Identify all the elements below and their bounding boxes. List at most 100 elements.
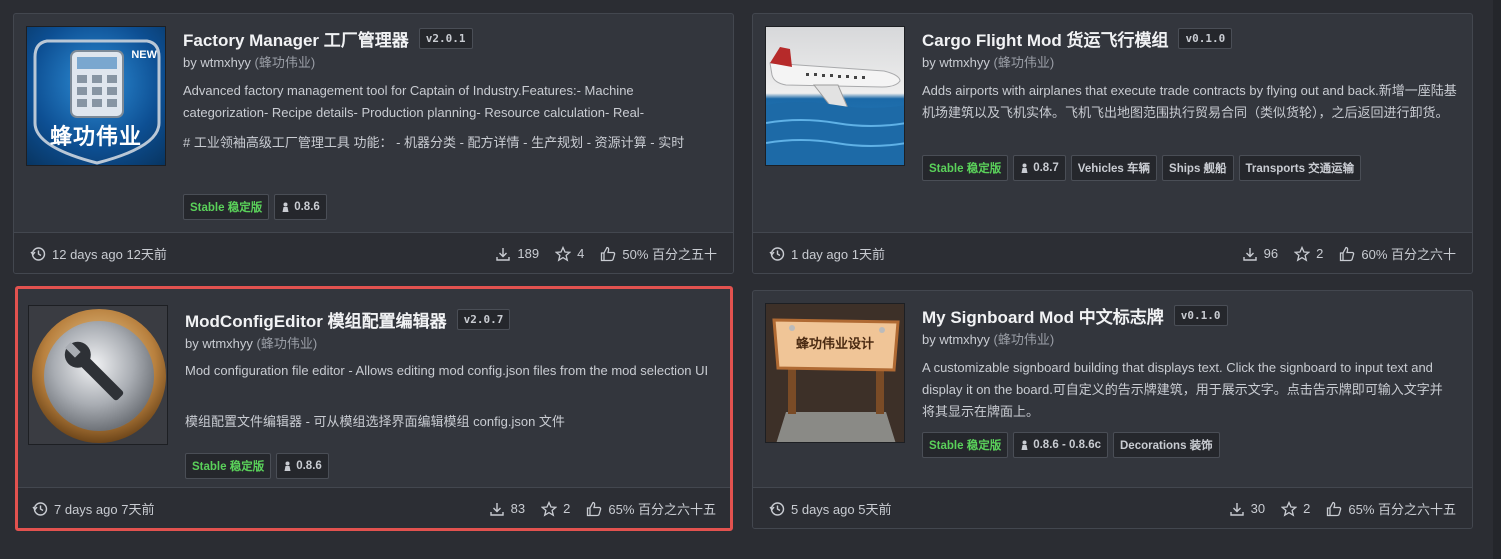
thumbs-up-icon xyxy=(1340,246,1355,261)
thumbs-up-icon xyxy=(1327,501,1342,516)
tag-stable[interactable]: Stable 稳定版 xyxy=(922,432,1009,458)
mod-description: A customizable signboard building that d… xyxy=(922,360,1443,419)
tag-decorations[interactable]: Decorations 装饰 xyxy=(1113,432,1220,458)
mod-thumbnail[interactable]: 蜂功伟业设计 xyxy=(765,303,905,443)
mod-thumbnail[interactable] xyxy=(28,305,168,445)
rating: 60% 百分之六十 xyxy=(1339,244,1456,263)
downloads: 83 xyxy=(489,501,525,517)
scrollbar-track[interactable] xyxy=(1493,0,1501,559)
version-badge: v0.1.0 xyxy=(1178,28,1233,49)
wrench-icon xyxy=(32,309,166,443)
airplane-icon xyxy=(766,47,904,165)
mod-title[interactable]: Cargo Flight Mod 货运飞行模组 xyxy=(922,26,1168,51)
tag-stable[interactable]: Stable 稳定版 xyxy=(922,155,1009,181)
tag-label: 0.8.6 xyxy=(294,201,320,213)
tag-game-version[interactable]: 0.8.7 xyxy=(1013,155,1066,181)
version-badge: v2.0.7 xyxy=(456,309,511,330)
thumbs-up-icon xyxy=(587,501,602,516)
card-footer: 7 days ago 7天前 83 2 65% 百分之六十五 xyxy=(18,487,730,528)
author-name[interactable]: by wtmxhyy xyxy=(922,55,990,70)
star-count: 2 xyxy=(563,501,571,516)
stars[interactable]: 4 xyxy=(555,245,585,262)
star-count: 2 xyxy=(1303,501,1311,516)
mod-description-cn: # 工业领袖高级工厂管理工具 功能： - 机器分类 - 配方详情 - 生产规划 … xyxy=(183,135,685,150)
download-icon xyxy=(1242,247,1257,261)
tag-list: Stable 稳定版 0.8.6 - 0.8.6c Decorations 装饰 xyxy=(922,432,1220,458)
history-icon xyxy=(30,246,46,261)
mod-title[interactable]: ModConfigEditor 模组配置编辑器 xyxy=(185,307,447,332)
downloads: 189 xyxy=(495,246,539,262)
star-icon xyxy=(555,245,572,262)
tag-game-version[interactable]: 0.8.6 xyxy=(274,194,327,220)
author[interactable]: by wtmxhyy (蜂功伟业) xyxy=(185,333,317,352)
tag-vehicles[interactable]: Vehicles 车辆 xyxy=(1070,155,1158,181)
author-name[interactable]: by wtmxhyy xyxy=(185,336,253,351)
tag-game-version[interactable]: 0.8.6 - 0.8.6c xyxy=(1013,432,1108,458)
tag-stable[interactable]: Stable 稳定版 xyxy=(185,453,272,479)
mod-title[interactable]: My Signboard Mod 中文标志牌 xyxy=(922,303,1164,328)
thumb-text: 蜂功伟业 xyxy=(49,124,142,149)
history-icon xyxy=(32,501,48,516)
mod-description: Adds airports with airplanes that execut… xyxy=(922,83,1457,120)
mod-card-signboard[interactable]: 蜂功伟业设计 My Signboard Mod 中文标志牌 v0.1.0 by … xyxy=(752,290,1473,529)
pawn-icon xyxy=(284,461,291,471)
rating: 50% 百分之五十 xyxy=(600,244,717,263)
downloads: 96 xyxy=(1242,246,1278,262)
star-count: 2 xyxy=(1316,246,1324,261)
author-name[interactable]: by wtmxhyy xyxy=(922,332,990,347)
author[interactable]: by wtmxhyy (蜂功伟业) xyxy=(922,52,1054,71)
downloads: 30 xyxy=(1229,501,1265,517)
mod-title[interactable]: Factory Manager 工厂管理器 xyxy=(183,26,409,51)
updated-date: 5 days ago 5天前 xyxy=(791,502,892,517)
author-name[interactable]: by wtmxhyy xyxy=(183,55,251,70)
author[interactable]: by wtmxhyy (蜂功伟业) xyxy=(183,52,315,71)
download-icon xyxy=(1229,502,1244,516)
star-icon xyxy=(1281,500,1298,517)
tag-game-version[interactable]: 0.8.6 xyxy=(276,453,329,479)
mod-card-modconfigeditor[interactable]: ModConfigEditor 模组配置编辑器 v2.0.7 by wtmxhy… xyxy=(15,286,733,531)
tag-ships[interactable]: Ships 舰船 xyxy=(1162,155,1234,181)
tag-list: Stable 稳定版 0.8.6 xyxy=(183,194,327,220)
stars[interactable]: 2 xyxy=(1294,245,1324,262)
star-icon xyxy=(1294,245,1311,262)
mod-card-cargo-flight[interactable]: Cargo Flight Mod 货运飞行模组 v0.1.0 by wtmxhy… xyxy=(752,13,1473,274)
history-icon xyxy=(769,501,785,516)
pawn-icon xyxy=(1021,440,1028,450)
card-footer: 5 days ago 5天前 30 2 65% 百分之六十五 xyxy=(753,487,1472,528)
author-alias: (蜂功伟业) xyxy=(993,332,1055,347)
tag-label: 0.8.6 xyxy=(296,460,322,472)
download-icon xyxy=(496,247,511,261)
mod-description: Advanced factory management tool for Cap… xyxy=(183,83,645,120)
stars[interactable]: 2 xyxy=(541,500,571,517)
new-badge: NEW xyxy=(131,49,157,61)
rating-value: 65% 百分之六十五 xyxy=(608,502,716,517)
stars[interactable]: 2 xyxy=(1281,500,1311,517)
download-count: 30 xyxy=(1250,501,1266,516)
mod-thumbnail[interactable] xyxy=(765,26,905,166)
signboard-icon xyxy=(766,304,904,442)
tag-stable[interactable]: Stable 稳定版 xyxy=(183,194,270,220)
card-footer: 12 days ago 12天前 189 4 50% 百分之五十 xyxy=(14,232,733,273)
updated-date: 7 days ago 7天前 xyxy=(54,502,155,517)
star-icon xyxy=(541,500,558,517)
download-count: 83 xyxy=(510,501,526,516)
tag-label: 0.8.7 xyxy=(1033,162,1059,174)
rating-value: 60% 百分之六十 xyxy=(1361,247,1456,262)
tag-transports[interactable]: Transports 交通运输 xyxy=(1238,155,1362,181)
tag-list: Stable 稳定版 0.8.7 Vehicles 车辆 Ships 舰船 Tr… xyxy=(922,155,1362,181)
author-alias: (蜂功伟业) xyxy=(993,55,1055,70)
mod-thumbnail[interactable]: NEW 蜂功伟业 xyxy=(26,26,166,166)
author[interactable]: by wtmxhyy (蜂功伟业) xyxy=(922,329,1054,348)
mod-description-cn: 模组配置文件编辑器 - 可从模组选择界面编辑模组 config.json 文件 xyxy=(185,414,565,429)
star-count: 4 xyxy=(577,246,585,261)
history-icon xyxy=(769,246,785,261)
mod-card-factory-manager[interactable]: NEW 蜂功伟业 Factory Manager 工厂管理器 v2.0.1 by… xyxy=(13,13,734,274)
mod-description: Mod configuration file editor - Allows e… xyxy=(185,363,709,378)
rating-value: 65% 百分之六十五 xyxy=(1348,502,1456,517)
tag-list: Stable 稳定版 0.8.6 xyxy=(185,453,329,479)
rating: 65% 百分之六十五 xyxy=(1326,499,1456,518)
updated-date: 1 day ago 1天前 xyxy=(791,247,885,262)
download-count: 96 xyxy=(1263,246,1279,261)
updated-date: 12 days ago 12天前 xyxy=(52,247,167,262)
rating: 65% 百分之六十五 xyxy=(586,499,716,518)
